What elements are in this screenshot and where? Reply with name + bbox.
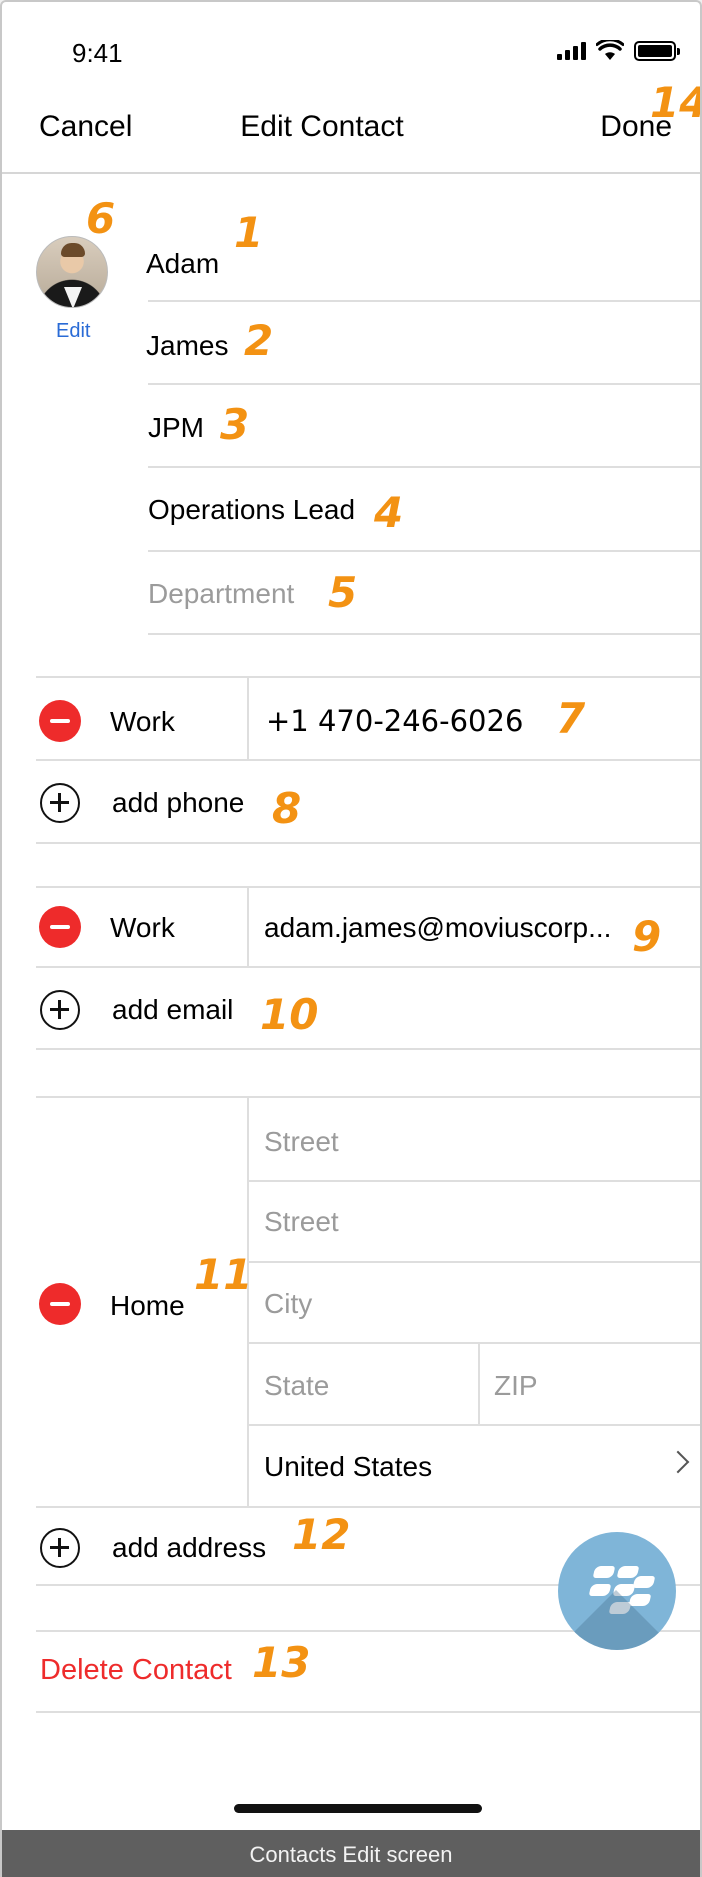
annotation-4: 4: [374, 488, 404, 537]
divider: [36, 1711, 700, 1713]
add-email-button[interactable]: add email: [112, 994, 233, 1026]
company-field[interactable]: JPM: [148, 412, 204, 444]
divider: [247, 887, 249, 967]
avatar-edit-link[interactable]: Edit: [56, 320, 90, 343]
annotation-5: 5: [328, 568, 358, 617]
divider: [247, 1097, 249, 1507]
email-label[interactable]: Work: [110, 912, 175, 944]
home-indicator[interactable]: [234, 1804, 482, 1813]
annotation-3: 3: [220, 400, 250, 449]
add-phone-button[interactable]: add phone: [112, 787, 244, 819]
divider: [36, 676, 700, 678]
annotation-1: 1: [234, 208, 264, 257]
annotation-13: 13: [252, 1638, 311, 1687]
annotation-14: 14: [650, 78, 700, 127]
street-2-field[interactable]: Street: [264, 1206, 339, 1238]
blackberry-floating-button[interactable]: [558, 1532, 676, 1650]
address-label[interactable]: Home: [110, 1290, 185, 1322]
first-name-field[interactable]: Adam: [146, 248, 219, 280]
divider: [148, 466, 700, 468]
annotation-12: 12: [292, 1510, 351, 1559]
divider: [249, 1342, 700, 1344]
annotation-10: 10: [260, 990, 319, 1039]
annotation-7: 7: [556, 694, 586, 743]
add-email-icon[interactable]: [40, 990, 80, 1030]
screen-caption: Contacts Edit screen: [2, 1830, 700, 1877]
annotation-2: 2: [244, 316, 274, 365]
phone-label[interactable]: Work: [110, 706, 175, 738]
divider: [148, 550, 700, 552]
last-name-field[interactable]: James: [146, 330, 228, 362]
divider: [36, 966, 700, 968]
annotation-11: 11: [194, 1250, 253, 1299]
delete-contact-button[interactable]: Delete Contact: [40, 1654, 232, 1687]
cancel-button[interactable]: Cancel: [39, 110, 132, 144]
remove-address-button[interactable]: [39, 1283, 81, 1325]
email-field[interactable]: adam.james@moviuscorp...: [264, 912, 611, 944]
divider: [36, 1096, 700, 1098]
city-field[interactable]: City: [264, 1288, 312, 1320]
chevron-right-icon[interactable]: [666, 1450, 690, 1474]
divider: [247, 677, 249, 760]
add-phone-icon[interactable]: [40, 783, 80, 823]
phone-number-field[interactable]: +1 470-246-6026: [266, 704, 523, 738]
contact-avatar[interactable]: [36, 236, 108, 308]
status-time: 9:41: [72, 38, 123, 68]
divider: [249, 1180, 700, 1182]
wifi-icon: [596, 40, 624, 60]
nav-bar: Edit Contact Cancel Done: [2, 110, 700, 154]
divider: [249, 1424, 700, 1426]
battery-icon: [634, 41, 680, 61]
divider: [148, 633, 700, 635]
divider: [36, 842, 700, 844]
divider: [36, 1506, 700, 1508]
remove-email-button[interactable]: [39, 906, 81, 948]
remove-phone-button[interactable]: [39, 700, 81, 742]
status-icons: [557, 40, 680, 62]
divider: [249, 1261, 700, 1263]
annotation-8: 8: [272, 784, 302, 833]
nav-divider: [2, 172, 700, 174]
divider: [148, 300, 700, 302]
job-title-field[interactable]: Operations Lead: [148, 494, 355, 526]
phone-screen: 9:41 Edit Contact Cancel Done 14 Edit 6 …: [0, 0, 702, 1877]
divider: [148, 383, 700, 385]
street-1-field[interactable]: Street: [264, 1126, 339, 1158]
zip-field[interactable]: ZIP: [494, 1370, 538, 1402]
divider: [36, 1048, 700, 1050]
blackberry-logo-icon: [586, 1564, 656, 1618]
state-field[interactable]: State: [264, 1370, 329, 1402]
divider: [478, 1343, 480, 1425]
add-address-icon[interactable]: [40, 1528, 80, 1568]
add-address-button[interactable]: add address: [112, 1532, 266, 1564]
annotation-9: 9: [632, 912, 662, 961]
divider: [36, 886, 700, 888]
divider: [36, 759, 700, 761]
department-field[interactable]: Department: [148, 578, 294, 610]
annotation-6: 6: [86, 194, 116, 243]
country-field[interactable]: United States: [264, 1451, 432, 1483]
cellular-signal-icon: [557, 42, 586, 60]
